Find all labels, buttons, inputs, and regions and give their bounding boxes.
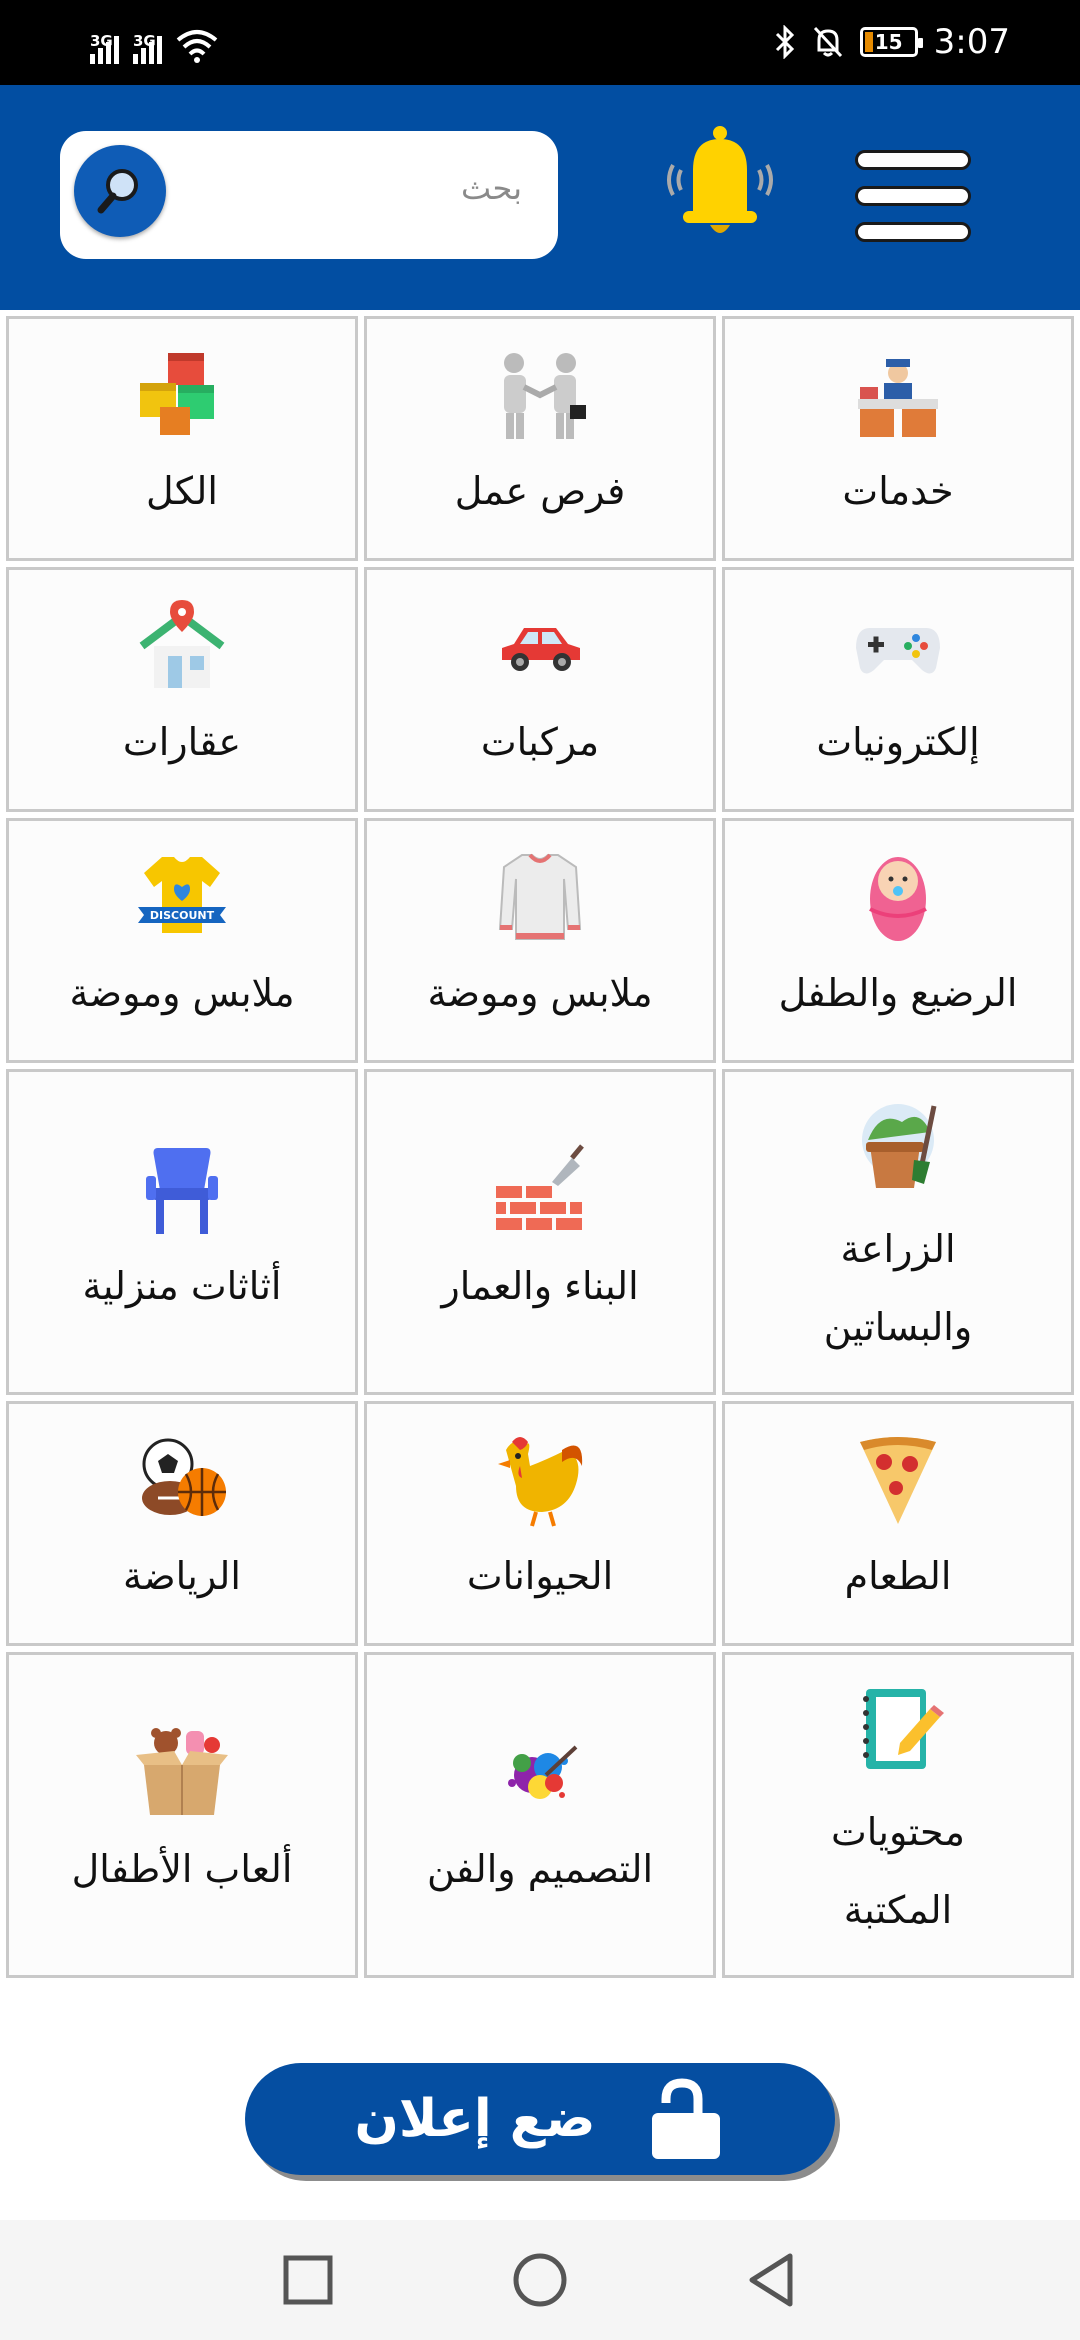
battery-level: 15 (874, 30, 903, 54)
wifi-icon (176, 30, 218, 63)
bluetooth-icon (775, 25, 794, 59)
category-all[interactable]: الكل (6, 316, 358, 561)
category-label: خدمات (842, 469, 954, 513)
category-label: فرص عمل (454, 469, 626, 513)
service-desk-icon (858, 359, 938, 437)
category-jobs[interactable]: فرص عمل (364, 316, 716, 561)
category-label: أثاثات منزلية (82, 1264, 282, 1308)
notification-bell-icon[interactable] (655, 125, 785, 245)
category-fashion-2[interactable]: DISCOUNT ملابس وموضة (6, 818, 358, 1063)
category-sports[interactable]: الرياضة (6, 1401, 358, 1646)
pizza-icon (860, 1437, 936, 1524)
category-label: الرضيع والطفل (778, 971, 1018, 1015)
category-real-estate[interactable]: عقارات (6, 567, 358, 812)
plant-pot-icon (862, 1104, 937, 1188)
handshake-icon (504, 353, 586, 439)
category-label: البناء والعمار (441, 1264, 639, 1308)
category-row: DISCOUNT ملابس وموضة ملابس وموضة الرضيع … (6, 818, 1074, 1063)
category-label: محتويات المكتبة (725, 1793, 1071, 1949)
category-vehicles[interactable]: مركبات (364, 567, 716, 812)
home-circle-icon[interactable] (510, 2250, 570, 2310)
category-label: الحيوانات (466, 1554, 614, 1598)
paint-splash-icon (508, 1745, 578, 1799)
status-left: 3G 3G (90, 20, 218, 64)
category-agriculture[interactable]: الزراعة والبساتين (722, 1069, 1074, 1395)
app-header: بحث (0, 85, 1080, 310)
category-animals[interactable]: الحيوانات (364, 1401, 716, 1646)
search-input[interactable]: بحث (60, 131, 558, 259)
category-label: مركبات (480, 720, 600, 764)
category-label: إلكترونيات (816, 720, 980, 764)
category-label: عقارات (122, 720, 242, 764)
discount-shirt-icon: DISCOUNT (138, 857, 226, 933)
signal-icon: 3G (90, 32, 119, 64)
category-fashion[interactable]: ملابس وموضة (364, 818, 716, 1063)
search-icon (97, 169, 138, 214)
category-label-line: الزراعة (840, 1227, 956, 1271)
svg-text:DISCOUNT: DISCOUNT (150, 909, 215, 922)
signal-label: 3G (90, 32, 113, 50)
status-bar: 3G 3G 15 3:07 (0, 0, 1080, 85)
category-row: ألعاب الأطفال التصميم والفن محتويات المك… (6, 1652, 1074, 1978)
notebook-pencil-icon (863, 1689, 944, 1769)
sweater-icon (498, 853, 582, 940)
category-services[interactable]: خدمات (722, 316, 1074, 561)
category-label: ملابس وموضة (427, 971, 653, 1015)
category-design-art[interactable]: التصميم والفن (364, 1652, 716, 1978)
category-label: التصميم والفن (427, 1847, 653, 1891)
category-food[interactable]: الطعام (722, 1401, 1074, 1646)
category-grid: الكل فرص عمل خدمات عقارات مركبات إلكترون… (6, 316, 1074, 1984)
category-label: الطعام (844, 1554, 952, 1598)
rooster-icon (498, 1437, 583, 1527)
category-label: الرياضة (123, 1554, 241, 1598)
search-button[interactable] (74, 145, 166, 237)
house-pin-icon (139, 600, 225, 688)
category-label: الزراعة والبساتين (725, 1210, 1071, 1366)
category-label-line: محتويات (831, 1810, 965, 1854)
signal-icon: 3G (133, 32, 162, 64)
category-label: ملابس وموضة (69, 971, 295, 1015)
menu-button[interactable] (855, 150, 971, 242)
signal-label: 3G (133, 32, 156, 50)
sports-balls-icon (142, 1438, 226, 1516)
brick-trowel-icon (496, 1144, 584, 1230)
category-label: ألعاب الأطفال (71, 1847, 293, 1891)
category-label: الكل (146, 469, 218, 513)
back-triangle-icon[interactable] (742, 2250, 802, 2310)
gamepad-icon (856, 628, 940, 674)
category-construction[interactable]: البناء والعمار (364, 1069, 716, 1395)
menu-line (855, 150, 971, 170)
category-row: عقارات مركبات إلكترونيات (6, 567, 1074, 812)
category-electronics[interactable]: إلكترونيات (722, 567, 1074, 812)
category-library[interactable]: محتويات المكتبة (722, 1652, 1074, 1978)
mute-bell-icon (813, 26, 842, 58)
category-row: الكل فرص عمل خدمات (6, 316, 1074, 561)
post-ad-label: ضع إعلان (354, 2089, 596, 2149)
recents-square-icon[interactable] (278, 2250, 338, 2310)
clock: 3:07 (933, 22, 1010, 62)
category-label-line: المكتبة (843, 1888, 953, 1932)
colorful-boxes-icon (140, 353, 214, 435)
baby-icon (869, 857, 927, 941)
system-nav-bar (0, 2220, 1080, 2340)
search-placeholder: بحث (461, 169, 522, 207)
category-furniture[interactable]: أثاثات منزلية (6, 1069, 358, 1395)
menu-line (855, 222, 971, 242)
post-ad-button[interactable]: ضع إعلان (245, 2063, 835, 2175)
menu-line (855, 186, 971, 206)
chair-icon (146, 1148, 218, 1234)
category-kids-toys[interactable]: ألعاب الأطفال (6, 1652, 358, 1978)
unlock-icon (651, 2078, 720, 2159)
car-icon (502, 628, 580, 671)
category-label-line: والبساتين (823, 1305, 973, 1349)
battery-icon: 15 (859, 27, 923, 57)
toy-box-icon (136, 1728, 228, 1815)
category-row: الرياضة الحيوانات الطعام (6, 1401, 1074, 1646)
status-right: 15 3:07 (774, 18, 1010, 66)
category-row: أثاثات منزلية البناء والعمار الزراعة وال… (6, 1069, 1074, 1395)
category-baby[interactable]: الرضيع والطفل (722, 818, 1074, 1063)
